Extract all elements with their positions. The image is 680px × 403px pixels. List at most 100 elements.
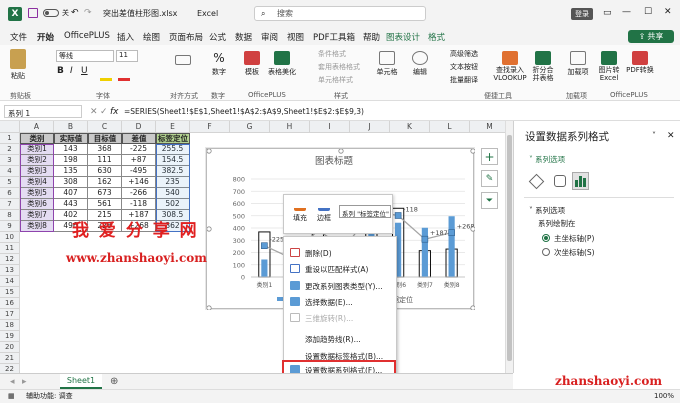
- row-header[interactable]: 21: [0, 353, 20, 364]
- table-cell[interactable]: 407: [54, 188, 88, 199]
- primary-axis-radio[interactable]: [542, 234, 550, 242]
- menu-reset-style[interactable]: 重设以匹配样式(A): [305, 264, 368, 275]
- table-cell[interactable]: -266: [122, 188, 156, 199]
- fill-button[interactable]: 填充: [292, 199, 308, 223]
- tab-pdf-tools[interactable]: PDF工具箱: [313, 31, 355, 43]
- next-sheet-icon[interactable]: ▸: [22, 378, 27, 387]
- image-to-excel-button[interactable]: 图片转Excel: [595, 51, 623, 82]
- formula-input[interactable]: =SERIES(Sheet1!$E$1,Sheet1!$A$2:$A$9,She…: [124, 108, 364, 116]
- resize-handle[interactable]: [470, 305, 475, 310]
- tab-insert[interactable]: 插入: [117, 31, 134, 43]
- row-header[interactable]: 9: [0, 221, 20, 232]
- column-header[interactable]: F: [190, 121, 230, 133]
- tab-view[interactable]: 视图: [287, 31, 304, 43]
- row-header[interactable]: 6: [0, 188, 20, 199]
- series-options-dropdown[interactable]: ˅ 系列选项: [529, 156, 565, 164]
- autosave-toggle[interactable]: [43, 9, 59, 17]
- row-header[interactable]: 20: [0, 342, 20, 353]
- cell-style-button[interactable]: 单元格样式: [318, 77, 353, 84]
- column-header[interactable]: B: [54, 121, 88, 133]
- table-cell[interactable]: -495: [122, 166, 156, 177]
- tab-format[interactable]: 格式: [428, 31, 445, 43]
- column-header[interactable]: C: [88, 121, 122, 133]
- tab-file[interactable]: 文件: [10, 31, 27, 43]
- column-header[interactable]: L: [430, 121, 470, 133]
- login-button[interactable]: 登录: [571, 8, 593, 20]
- tab-page-layout[interactable]: 页面布局: [169, 31, 203, 43]
- row-header[interactable]: 19: [0, 331, 20, 342]
- actual-bar[interactable]: [421, 227, 428, 277]
- table-cell[interactable]: -118: [122, 199, 156, 210]
- menu-delete[interactable]: 删除(D): [305, 248, 332, 259]
- prev-sheet-icon[interactable]: ◂: [10, 378, 15, 387]
- row-header[interactable]: 7: [0, 199, 20, 210]
- row-header[interactable]: 4: [0, 166, 20, 177]
- table-cell[interactable]: 402: [54, 210, 88, 221]
- resize-handle[interactable]: [207, 149, 212, 154]
- tab-review[interactable]: 审阅: [261, 31, 278, 43]
- fill-color-icon[interactable]: [100, 78, 112, 81]
- vlookup-button[interactable]: 查找录入 VLOOKUP: [492, 51, 528, 82]
- cells-button[interactable]: 单元格: [374, 51, 400, 77]
- table-cell[interactable]: 308: [54, 177, 88, 188]
- confirm-icon[interactable]: ✓: [100, 108, 108, 117]
- undo-icon[interactable]: ↶: [71, 9, 79, 18]
- table-cell[interactable]: 673: [88, 188, 122, 199]
- table-cell[interactable]: 111: [88, 155, 122, 166]
- label-position-marker[interactable]: [394, 212, 402, 219]
- font-color-icon[interactable]: [118, 78, 130, 81]
- zoom-level[interactable]: 100%: [654, 393, 674, 400]
- template-button[interactable]: 模板: [242, 51, 262, 77]
- outline-button[interactable]: 边框: [316, 199, 332, 223]
- series-options-section[interactable]: ˅ 系列选项: [529, 207, 565, 215]
- resize-handle[interactable]: [207, 226, 212, 232]
- bold-icon[interactable]: B: [57, 67, 64, 76]
- table-cell[interactable]: 368: [88, 144, 122, 155]
- row-header[interactable]: 22: [0, 364, 20, 373]
- tab-officeplus[interactable]: OfficePLUS: [64, 31, 110, 41]
- row-header[interactable]: 8: [0, 210, 20, 221]
- effects-tab-icon[interactable]: [554, 175, 566, 187]
- column-header[interactable]: J: [350, 121, 390, 133]
- batch-translate-button[interactable]: 批量翻译: [450, 77, 478, 84]
- column-header[interactable]: K: [390, 121, 430, 133]
- tab-help[interactable]: 帮助: [363, 31, 380, 43]
- table-header-cell[interactable]: 差值: [122, 133, 156, 144]
- vertical-scrollbar[interactable]: [505, 121, 513, 373]
- table-cell[interactable]: 198: [54, 155, 88, 166]
- close-icon[interactable]: ✕: [664, 8, 672, 17]
- label-position-marker[interactable]: [261, 242, 268, 250]
- vertical-scroll-thumb[interactable]: [507, 135, 512, 361]
- maximize-icon[interactable]: ☐: [644, 8, 652, 17]
- conditional-format-button[interactable]: 条件格式: [318, 51, 346, 58]
- table-cell[interactable]: 443: [54, 199, 88, 210]
- row-header[interactable]: 2: [0, 144, 20, 155]
- row-header[interactable]: 10: [0, 232, 20, 243]
- search-box[interactable]: ⌕ 搜索: [254, 6, 426, 21]
- row-header[interactable]: 18: [0, 320, 20, 331]
- pdf-convert-button[interactable]: PDF转换: [626, 51, 654, 75]
- label-position-marker[interactable]: [448, 229, 455, 236]
- actual-bar[interactable]: [261, 259, 268, 277]
- advanced-filter-button[interactable]: 高级筛选: [450, 51, 478, 58]
- minimize-icon[interactable]: —: [622, 8, 631, 17]
- tab-draw[interactable]: 绘图: [143, 31, 160, 43]
- table-cell[interactable]: +187: [122, 210, 156, 221]
- italic-icon[interactable]: I: [70, 67, 73, 76]
- font-name-select[interactable]: 等线: [56, 50, 114, 62]
- column-header[interactable]: G: [230, 121, 270, 133]
- row-header[interactable]: 5: [0, 177, 20, 188]
- row-header[interactable]: 13: [0, 265, 20, 276]
- resize-handle[interactable]: [207, 305, 212, 310]
- tab-data[interactable]: 数据: [235, 31, 252, 43]
- tab-chart-design[interactable]: 图表设计: [386, 31, 420, 43]
- row-header[interactable]: 15: [0, 287, 20, 298]
- edit-button[interactable]: 编辑: [408, 51, 432, 77]
- table-cell[interactable]: +146: [122, 177, 156, 188]
- pane-close-icon[interactable]: ✕: [667, 132, 675, 141]
- table-cell[interactable]: 561: [88, 199, 122, 210]
- paste-button[interactable]: 粘贴: [6, 49, 30, 81]
- table-header-cell[interactable]: 标签定位: [156, 133, 190, 144]
- column-header[interactable]: D: [122, 121, 156, 133]
- share-button[interactable]: ⇪ 共享: [628, 30, 674, 43]
